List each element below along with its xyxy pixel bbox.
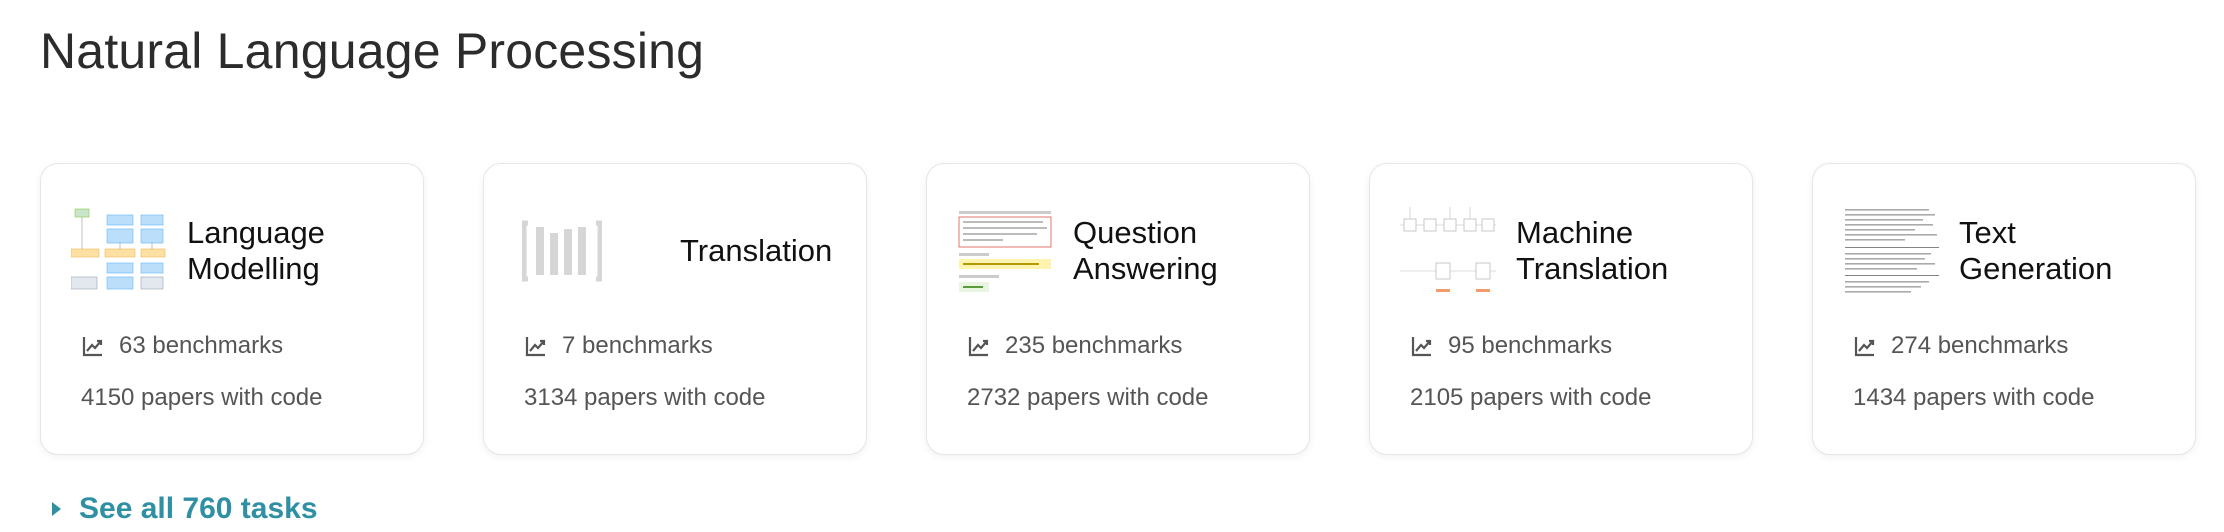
- see-all-label: See all 760 tasks: [79, 492, 318, 525]
- card-header: Machine Translation: [1400, 198, 1732, 304]
- card-header: Language Modelling: [71, 198, 403, 304]
- question-answering-thumbnail: [957, 203, 1053, 299]
- papers-count: 2732 papers with code: [967, 384, 1209, 411]
- task-card-language-modelling[interactable]: Language Modelling 63 benchmarks 4150 pa…: [40, 163, 424, 455]
- caret-right-icon: [52, 502, 61, 516]
- card-title: Translation: [680, 233, 833, 268]
- papers-count: 2105 papers with code: [1410, 384, 1652, 411]
- task-card-question-answering[interactable]: Question Answering 235 benchmarks 2732 p…: [926, 163, 1310, 455]
- benchmarks-count: 274 benchmarks: [1891, 332, 2069, 359]
- card-title: Question Answering: [1073, 215, 1218, 286]
- papers-count: 4150 papers with code: [81, 384, 323, 411]
- translation-thumbnail: [514, 203, 610, 299]
- benchmarks-count: 95 benchmarks: [1448, 332, 1613, 359]
- card-title: Text Generation: [1959, 215, 2113, 286]
- trend-chart-icon: [525, 337, 546, 357]
- see-all-tasks-link[interactable]: See all 760 tasks: [52, 492, 318, 526]
- task-card-machine-translation[interactable]: Machine Translation 95 benchmarks 2105 p…: [1369, 163, 1753, 455]
- card-title: Machine Translation: [1516, 215, 1669, 286]
- task-cards: Language Modelling 63 benchmarks 4150 pa…: [40, 163, 2196, 455]
- card-header: Translation: [514, 198, 846, 304]
- benchmarks-count: 7 benchmarks: [562, 332, 713, 359]
- card-header: Text Generation: [1843, 198, 2175, 304]
- task-card-text-generation[interactable]: Text Generation 274 benchmarks 1434 pape…: [1812, 163, 2196, 455]
- language-modelling-thumbnail: [71, 203, 167, 299]
- benchmarks-stat: 63 benchmarks: [81, 332, 283, 360]
- machine-translation-thumbnail: [1400, 203, 1496, 299]
- benchmarks-count: 235 benchmarks: [1005, 332, 1183, 359]
- card-header: Question Answering: [957, 198, 1289, 304]
- benchmarks-stat: 274 benchmarks: [1853, 332, 2068, 360]
- papers-count: 3134 papers with code: [524, 384, 766, 411]
- benchmarks-stat: 95 benchmarks: [1410, 332, 1612, 360]
- benchmarks-stat: 7 benchmarks: [524, 332, 713, 360]
- benchmarks-stat: 235 benchmarks: [967, 332, 1182, 360]
- task-card-translation[interactable]: Translation 7 benchmarks 3134 papers wit…: [483, 163, 867, 455]
- trend-chart-icon: [1854, 337, 1875, 357]
- trend-chart-icon: [82, 337, 103, 357]
- trend-chart-icon: [1411, 337, 1432, 357]
- page-title: Natural Language Processing: [40, 23, 705, 79]
- benchmarks-count: 63 benchmarks: [119, 332, 284, 359]
- text-generation-thumbnail: [1843, 203, 1939, 299]
- card-title: Language Modelling: [187, 215, 325, 286]
- papers-count: 1434 papers with code: [1853, 384, 2095, 411]
- trend-chart-icon: [968, 337, 989, 357]
